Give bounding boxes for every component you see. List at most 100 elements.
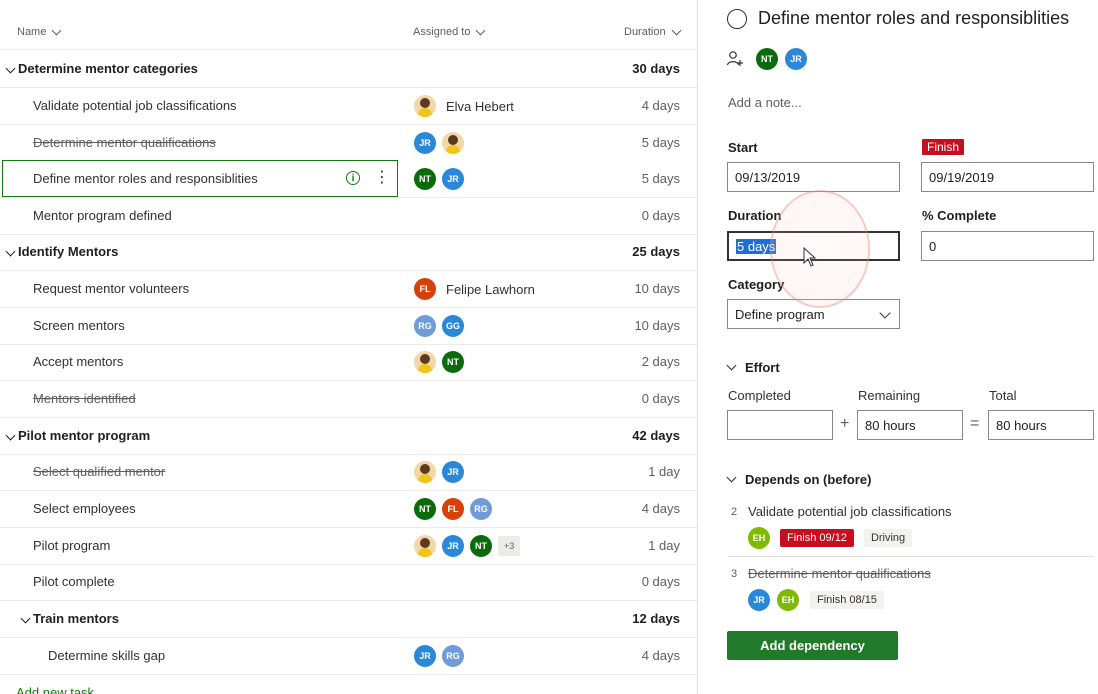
collapse-chevron-icon[interactable]: [5, 430, 16, 441]
avatar: EH: [748, 527, 770, 549]
dependency-number: 3: [731, 568, 738, 580]
assign-person-icon[interactable]: [726, 50, 744, 68]
task-name[interactable]: Determine skills gap: [48, 638, 165, 674]
task-name[interactable]: Pilot program: [33, 528, 110, 564]
add-dependency-button[interactable]: Add dependency: [727, 631, 898, 660]
task-duration[interactable]: 4 days: [642, 638, 680, 674]
task-name[interactable]: Validate potential job classifications: [33, 88, 237, 124]
add-new-task-link[interactable]: Add new task: [16, 685, 94, 694]
avatar-photo: [442, 132, 464, 154]
task-title[interactable]: Define mentor roles and responsiblities: [758, 8, 1069, 29]
task-duration[interactable]: 10 days: [634, 271, 680, 307]
collapse-chevron-icon[interactable]: [5, 246, 16, 257]
task-row[interactable]: Select employees NT FL RG 4 days: [0, 491, 697, 528]
task-duration[interactable]: 10 days: [634, 308, 680, 344]
task-row[interactable]: Determine skills gap JR RG 4 days: [0, 638, 697, 675]
chevron-down-icon: [879, 307, 891, 319]
column-header-name[interactable]: Name: [17, 25, 62, 38]
group-name[interactable]: Pilot mentor program: [18, 418, 150, 454]
group-row[interactable]: Determine mentor categories 30 days: [0, 51, 697, 88]
task-row[interactable]: Validate potential job classifications E…: [0, 88, 697, 125]
task-duration[interactable]: 5 days: [642, 125, 680, 161]
assignees[interactable]: Elva Hebert: [414, 95, 514, 117]
task-name[interactable]: Screen mentors: [33, 308, 125, 344]
task-row[interactable]: Request mentor volunteers FL Felipe Lawh…: [0, 271, 697, 308]
percent-complete-input[interactable]: 0: [921, 231, 1094, 261]
effort-section-toggle[interactable]: Effort: [726, 360, 780, 375]
task-row[interactable]: Determine mentor qualifications JR 5 day…: [0, 125, 697, 162]
assignees[interactable]: RG GG: [414, 315, 464, 337]
collapse-chevron-icon[interactable]: [20, 613, 31, 624]
finish-date-input[interactable]: 09/19/2019: [921, 162, 1094, 192]
total-hours-input[interactable]: 80 hours: [988, 410, 1094, 440]
avatar: RG: [414, 315, 436, 337]
dependency-task-name[interactable]: Determine mentor qualifications: [748, 566, 931, 581]
duration-input[interactable]: 5 days: [727, 231, 900, 261]
task-duration[interactable]: 2 days: [642, 344, 680, 380]
assignees[interactable]: NT JR: [414, 168, 464, 190]
task-name[interactable]: Define mentor roles and responsiblities: [33, 161, 258, 197]
add-note-field[interactable]: Add a note...: [728, 95, 802, 110]
assignees[interactable]: JR: [414, 461, 464, 483]
chevron-down-icon: [671, 25, 682, 35]
group-name[interactable]: Identify Mentors: [18, 234, 118, 270]
task-name[interactable]: Select employees: [33, 491, 136, 527]
column-header-duration-label: Duration: [624, 26, 666, 38]
group-row[interactable]: Identify Mentors 25 days: [0, 234, 697, 271]
task-name[interactable]: Select qualified mentor: [33, 454, 165, 490]
task-row[interactable]: Pilot complete 0 days: [0, 564, 697, 601]
task-row[interactable]: Select qualified mentor JR 1 day: [0, 454, 697, 491]
task-row[interactable]: Screen mentors RG GG 10 days: [0, 308, 697, 345]
assignees[interactable]: JR RG: [414, 645, 464, 667]
group-duration: 25 days: [632, 244, 680, 259]
assignees[interactable]: JR: [414, 132, 464, 154]
task-duration[interactable]: 1 day: [648, 528, 680, 564]
completed-hours-input[interactable]: [727, 410, 833, 440]
complete-task-checkbox[interactable]: [727, 9, 747, 29]
task-duration[interactable]: 5 days: [642, 161, 680, 197]
dependency-task-name[interactable]: Validate potential job classifications: [748, 504, 952, 519]
more-options-icon[interactable]: ⋮: [374, 170, 390, 186]
avatar: JR: [442, 535, 464, 557]
detail-assignees[interactable]: NT JR: [756, 48, 807, 70]
task-name[interactable]: Accept mentors: [33, 344, 123, 380]
group-name[interactable]: Determine mentor categories: [18, 51, 198, 87]
task-name[interactable]: Mentors identified: [33, 381, 136, 417]
task-name[interactable]: Mentor program defined: [33, 198, 172, 234]
column-header-duration[interactable]: Duration: [624, 25, 682, 38]
more-assignees-badge[interactable]: +3: [498, 536, 521, 556]
assignees[interactable]: NT: [414, 351, 464, 373]
info-icon[interactable]: i: [346, 171, 360, 185]
task-duration[interactable]: 0 days: [642, 381, 680, 417]
collapse-chevron-icon[interactable]: [5, 63, 16, 74]
task-duration[interactable]: 0 days: [642, 564, 680, 600]
task-row[interactable]: Mentor program defined 0 days: [0, 198, 697, 235]
effort-heading: Effort: [745, 360, 780, 375]
depends-section-toggle[interactable]: Depends on (before): [726, 472, 871, 487]
group-name[interactable]: Train mentors: [33, 601, 119, 637]
task-duration[interactable]: 0 days: [642, 198, 680, 234]
task-name[interactable]: Determine mentor qualifications: [33, 125, 216, 161]
category-dropdown[interactable]: Define program: [727, 299, 900, 329]
subgroup-row[interactable]: Train mentors 12 days: [0, 601, 697, 638]
task-row-selected[interactable]: Define mentor roles and responsiblities …: [0, 161, 697, 198]
task-row[interactable]: Pilot program JR NT +3 1 day: [0, 528, 697, 565]
task-duration[interactable]: 4 days: [642, 491, 680, 527]
task-duration[interactable]: 4 days: [642, 88, 680, 124]
start-date-input[interactable]: 09/13/2019: [727, 162, 900, 192]
assignees[interactable]: JR NT +3: [414, 535, 521, 557]
task-name[interactable]: Pilot complete: [33, 564, 115, 600]
task-name[interactable]: Request mentor volunteers: [33, 271, 189, 307]
avatar: JR: [442, 168, 464, 190]
assignees[interactable]: NT FL RG: [414, 498, 492, 520]
task-duration[interactable]: 1 day: [648, 454, 680, 490]
task-row[interactable]: Mentors identified 0 days: [0, 381, 697, 418]
remaining-hours-input[interactable]: 80 hours: [857, 410, 963, 440]
avatar-photo: [414, 535, 436, 557]
chevron-down-icon: [51, 25, 62, 35]
assignees[interactable]: FL Felipe Lawhorn: [414, 278, 535, 300]
column-header-assigned[interactable]: Assigned to: [413, 25, 486, 38]
avatar: JR: [442, 461, 464, 483]
task-row[interactable]: Accept mentors NT 2 days: [0, 344, 697, 381]
group-row[interactable]: Pilot mentor program 42 days: [0, 418, 697, 455]
